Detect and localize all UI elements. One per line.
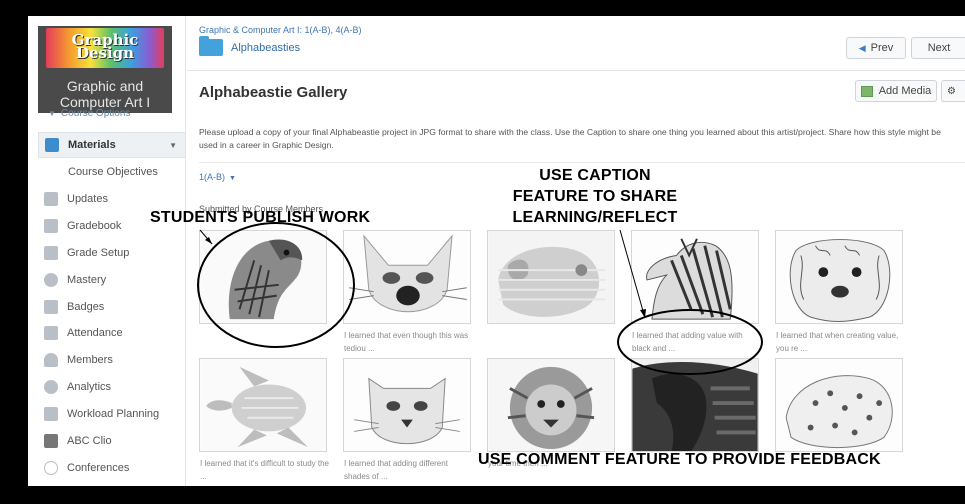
elephant-artwork [632, 359, 758, 451]
sidebar-item-abc-clio[interactable]: ABC Clio [38, 428, 186, 454]
logo-line1: Graphic and [66, 78, 144, 94]
image-icon [860, 85, 873, 97]
prev-button[interactable]: ◀ Prev [846, 37, 906, 59]
sidebar-item-grade-setup[interactable]: Grade Setup [38, 240, 186, 266]
gallery-caption-4: I learned that adding value with black a… [632, 331, 743, 353]
gallery-tile-elephant[interactable] [631, 358, 759, 452]
caret-down-icon: ▼ [229, 175, 236, 182]
gallery-tile-zebra[interactable] [631, 230, 759, 324]
graphic-design-logo-art: Graphic Design [46, 28, 164, 68]
gallery-caption-5: I learned that when creating value, you … [776, 331, 899, 353]
header-divider [187, 70, 965, 71]
section-select[interactable]: 1(A-B) ▼ [199, 172, 236, 182]
gallery-tile-lion-cub[interactable] [343, 358, 471, 452]
puppy-artwork [488, 231, 614, 323]
sidebar-item-analytics[interactable]: Analytics [38, 374, 186, 400]
badges-icon [44, 300, 58, 314]
folder-title[interactable]: Alphabeasties [231, 42, 300, 54]
next-button[interactable]: Next [911, 37, 965, 59]
folder-icon [199, 36, 223, 56]
sidebar-item-attendance[interactable]: Attendance [38, 320, 186, 346]
annotation-caption-feature: USE CAPTION FEATURE TO SHARE LEARNING/RE… [512, 167, 678, 226]
attendance-icon [44, 326, 58, 340]
sidebar-item-workload-planning[interactable]: Workload Planning [38, 401, 186, 427]
kitten-artwork [344, 231, 470, 323]
gallery-caption-7: I learned that adding different shades o… [344, 459, 448, 481]
lion-cub-artwork [344, 359, 470, 451]
sidebar-item-badges[interactable]: Badges [38, 294, 186, 320]
sea-turtle-artwork [200, 359, 326, 451]
dog-artwork [776, 231, 902, 323]
grade-setup-icon [44, 246, 58, 260]
description-divider [199, 162, 965, 163]
add-media-button[interactable]: Add Media [855, 80, 937, 102]
analytics-icon [44, 380, 58, 394]
page-title: Alphabeastie Gallery [199, 84, 348, 101]
annotation-comment-feature: USE COMMENT FEATURE TO PROVIDE FEEDBACK [478, 451, 881, 468]
conferences-icon [44, 461, 58, 475]
gallery-tile-lion[interactable] [487, 358, 615, 452]
workload-planning-icon [44, 407, 58, 421]
sidebar-item-conferences[interactable]: Conferences [38, 455, 186, 481]
gallery-tile-kitten[interactable] [343, 230, 471, 324]
leopard-artwork [776, 359, 902, 451]
gallery-description: Please upload a copy of your final Alpha… [199, 127, 941, 150]
logo-art-line2: Design [75, 44, 135, 62]
gallery-tile-leopard[interactable] [775, 358, 903, 452]
sidebar-item-label: Materials [68, 139, 116, 151]
chevron-down-icon: ▼ [169, 140, 177, 150]
settings-gear-button[interactable]: ⚙ [941, 80, 965, 102]
sidebar-item-course-objectives[interactable]: Course Objectives [68, 166, 158, 178]
sidebar-item-materials[interactable]: Materials ▼ [38, 132, 186, 158]
zebra-artwork [632, 231, 758, 323]
annotation-students-publish: STUDENTS PUBLISH WORK [150, 209, 371, 226]
gradebook-icon [44, 219, 58, 233]
abc-clio-icon [44, 434, 58, 448]
lms-screen: Graphic Design Graphic and Computer Art … [28, 16, 965, 486]
main-content: Graphic & Computer Art I: 1(A-B), 4(A-B)… [187, 16, 965, 486]
sidebar-item-members[interactable]: Members [38, 347, 186, 373]
gallery-tile-dog[interactable] [775, 230, 903, 324]
gallery-tile-puppy[interactable] [487, 230, 615, 324]
gallery-caption-6: I learned that it's difficult to study t… [200, 459, 330, 481]
mastery-icon [44, 273, 58, 287]
parrot-artwork [200, 231, 326, 323]
triangle-left-icon: ◀ [858, 42, 866, 53]
course-options-label: Course Options [60, 108, 131, 119]
sidebar: Graphic Design Graphic and Computer Art … [28, 16, 186, 486]
course-options-toggle[interactable]: ▼ Course Options [48, 108, 130, 119]
lion-artwork [488, 359, 614, 451]
materials-icon [45, 138, 59, 152]
updates-icon [44, 192, 58, 206]
caret-down-icon: ▼ [48, 109, 56, 118]
sidebar-item-mastery[interactable]: Mastery [38, 267, 186, 293]
gallery-caption-2: I learned that even though this was tedi… [344, 331, 469, 353]
course-logo[interactable]: Graphic Design Graphic and Computer Art … [38, 26, 172, 113]
members-icon [44, 353, 58, 367]
gallery-tile-sea-turtle[interactable] [199, 358, 327, 452]
gallery-tile-parrot[interactable] [199, 230, 327, 324]
breadcrumb[interactable]: Graphic & Computer Art I: 1(A-B), 4(A-B) [199, 25, 362, 35]
